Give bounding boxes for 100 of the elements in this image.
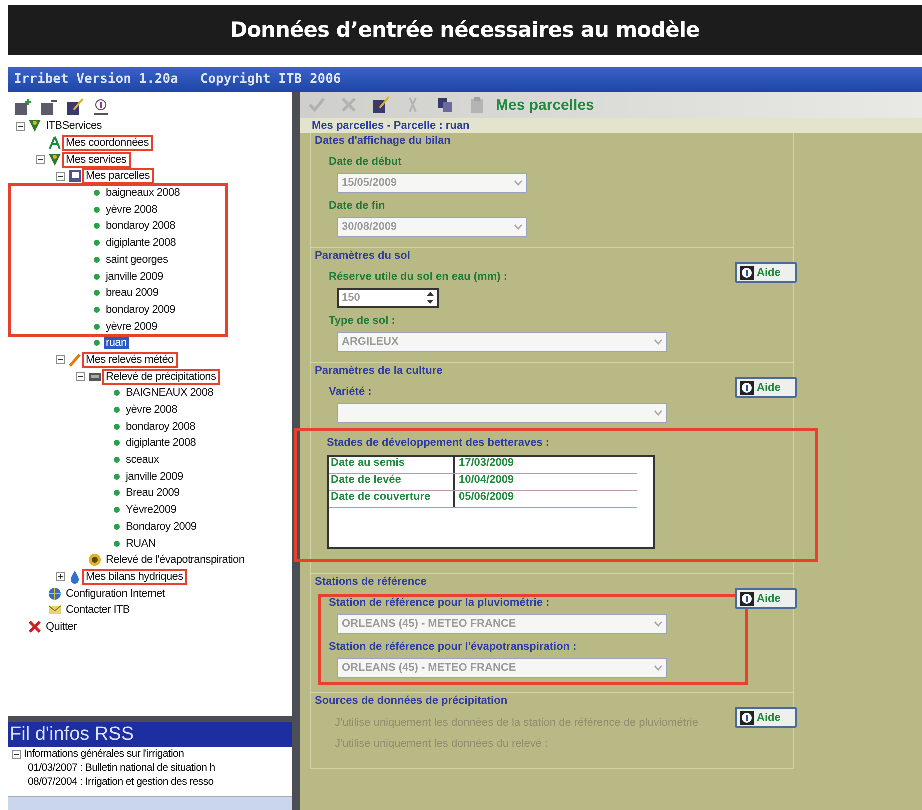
sun-icon (88, 553, 102, 568)
leaf-dot-icon (114, 457, 120, 464)
table-cell-text: 10/04/2009 (458, 474, 514, 488)
tree-item[interactable]: RUAN (124, 538, 158, 550)
help-button[interactable]: Aide (735, 588, 797, 609)
expand-toggle[interactable] (56, 355, 65, 364)
book-icon (68, 169, 82, 184)
tree-item[interactable]: Mes bilans hydriques (84, 570, 186, 583)
help-button[interactable]: Aide (735, 262, 797, 283)
tree-item[interactable]: Bondaroy 2009 (124, 520, 199, 533)
tree-item[interactable]: Mes coordonnées (64, 137, 151, 150)
copy-icon[interactable] (436, 96, 454, 114)
field-label: Type de sol : (329, 315, 396, 327)
tree-item[interactable]: yèvre 2008 (104, 204, 160, 216)
tree-item[interactable]: janville 2009 (104, 270, 166, 283)
leaf-dot-icon (94, 190, 100, 196)
rss-item[interactable]: 08/07/2004 : Irrigation et gestion des resso (28, 776, 214, 788)
table-cell: Date de couverture (329, 491, 455, 507)
tree-item[interactable]: Mes relevés météo (84, 354, 176, 366)
field-label: Station de référence pour la pluviométrie : (329, 597, 550, 609)
tree-item[interactable]: Relevé de l'évapotranspiration (104, 554, 247, 566)
section-title: Paramètres de la culture (315, 365, 444, 379)
horizontal-scrollbar[interactable] (8, 796, 292, 810)
close-icon (28, 620, 42, 634)
rss-item[interactable]: 01/03/2007 : Bulletin national de situation h (28, 762, 216, 774)
table-cell: Date au semis (329, 457, 455, 473)
field-label: Date de fin (329, 200, 386, 212)
spinner-arrows-icon[interactable] (426, 291, 435, 305)
leaf-dot-icon (114, 424, 120, 430)
expand-toggle[interactable] (12, 750, 21, 758)
section-title: Stations de référence (315, 576, 428, 590)
info-icon (740, 266, 754, 280)
add-grid-icon[interactable] (14, 98, 32, 116)
help-button[interactable]: Aide (735, 377, 797, 398)
expand-toggle[interactable] (16, 122, 25, 131)
copyright-text: Copyright ITB 2006 (200, 72, 342, 87)
leaf-dot-icon (114, 490, 120, 496)
leaf-dot-icon (94, 324, 100, 330)
edit-icon[interactable] (372, 96, 390, 114)
leaf-dot-icon (114, 507, 120, 514)
leaf-dot-icon (114, 440, 120, 446)
expand-toggle[interactable] (56, 572, 65, 582)
tree-item[interactable]: digiplante 2008 (124, 437, 198, 450)
leaf-dot-icon (94, 223, 100, 230)
tree-item[interactable]: ITBServices (44, 120, 104, 132)
field-label: Réserve utile du sol en eau (mm) : (329, 271, 508, 283)
tree-item[interactable]: Relevé de précipitations (104, 370, 218, 383)
rss-category[interactable]: Informations générales sur l'irrigation (24, 748, 184, 760)
remove-grid-icon[interactable] (40, 98, 58, 116)
leaf-dot-icon (94, 206, 100, 213)
tree-item[interactable]: baigneaux 2008 (104, 187, 182, 200)
info-icon (740, 380, 754, 394)
dropdown-field[interactable] (337, 403, 667, 423)
leaf-dot-icon (114, 540, 120, 547)
leaf-dot-icon (114, 407, 120, 414)
leaf-dot-icon (94, 306, 100, 313)
section-title: Paramètres du sol (315, 250, 412, 264)
pencil-icon (68, 352, 82, 367)
globe-icon (48, 586, 62, 601)
tree-item[interactable]: Yèvre2009 (124, 504, 179, 516)
edit-icon[interactable] (66, 98, 84, 116)
field-label: Variété : (329, 386, 372, 398)
info-icon (740, 710, 754, 724)
leaf-dot-icon (94, 256, 100, 263)
tree-item[interactable]: yèvre 2009 (104, 320, 160, 333)
expand-toggle[interactable] (36, 155, 45, 164)
help-button[interactable]: Aide (735, 707, 797, 728)
leaf-dot-icon (94, 290, 100, 296)
section-title: Dates d'affichage du bilan (315, 135, 452, 149)
tree-item[interactable]: BAIGNEAUX 2008 (124, 387, 216, 400)
tree-item[interactable]: ruan (104, 337, 129, 350)
tree-item[interactable]: yèvre 2008 (124, 404, 180, 416)
leaf-dot-icon (94, 340, 100, 346)
panel-title: Mes parcelles (496, 96, 594, 114)
tree-item[interactable]: bondaroy 2009 (104, 304, 178, 316)
leaf-dot-icon (94, 274, 100, 280)
info-icon (740, 592, 754, 606)
tree-item[interactable]: Mes parcelles (84, 170, 152, 182)
expand-toggle[interactable] (76, 372, 85, 382)
tree-item[interactable]: sceaux (124, 454, 162, 466)
section-title: Sources de données de précipitation (315, 695, 509, 709)
leaf-dot-icon (114, 390, 120, 396)
info-icon[interactable] (92, 98, 110, 116)
leaf-dot-icon (114, 524, 120, 530)
tree-item[interactable]: saint georges (104, 254, 170, 266)
tree-item[interactable]: breau 2009 (104, 287, 161, 300)
expand-toggle[interactable] (56, 172, 65, 181)
tree-item[interactable]: Breau 2009 (124, 487, 182, 500)
tree-item[interactable]: Contacter ITB (64, 604, 132, 616)
tree-item[interactable]: bondaroy 2008 (104, 220, 178, 232)
tree-item[interactable]: bondaroy 2008 (124, 420, 198, 433)
table-cell: Date de levée (329, 474, 455, 490)
drop-icon (68, 570, 82, 584)
tree-item[interactable]: Quitter (44, 620, 79, 633)
tree-item[interactable]: Configuration Internet (64, 588, 168, 600)
tree-node-icon (48, 152, 62, 167)
tree-item[interactable]: Mes services (64, 154, 129, 166)
breadcrumb-text: Mes parcelles - Parcelle : ruan (300, 118, 922, 133)
tree-item[interactable]: digiplante 2008 (104, 237, 178, 250)
tree-item[interactable]: janville 2009 (124, 470, 186, 483)
